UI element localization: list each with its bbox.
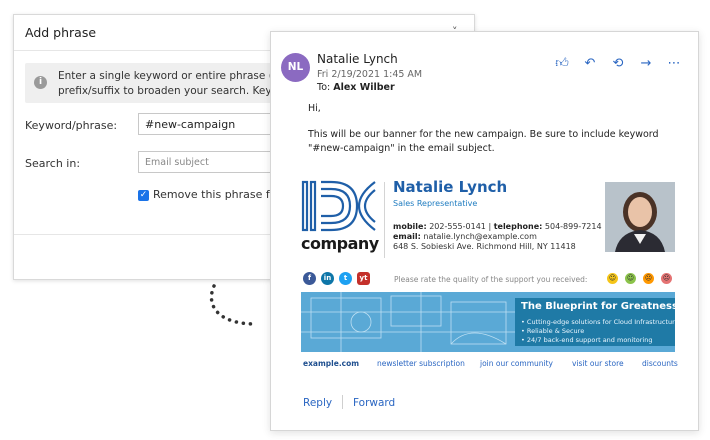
company-logo-word: company — [301, 234, 379, 253]
more-icon[interactable]: ⋯ — [666, 56, 682, 71]
link-example-com[interactable]: example.com — [303, 359, 359, 368]
email-message-card: NL Natalie Lynch Fri 2/19/2021 1:45 AM T… — [270, 31, 699, 431]
reply-button[interactable]: Reply — [303, 397, 332, 409]
forward-button[interactable]: Forward — [353, 397, 395, 409]
smiley-very-happy-icon[interactable]: ☺ — [607, 273, 618, 284]
like-icon[interactable]: 👍︎ — [554, 56, 570, 71]
mobile-label: mobile: — [393, 222, 427, 231]
dialog-title: Add phrase — [25, 25, 97, 40]
sender-name[interactable]: Natalie Lynch — [317, 52, 398, 66]
telephone-label: telephone: — [493, 222, 543, 231]
info-icon: i — [34, 76, 47, 89]
greeting: Hi, — [308, 103, 321, 114]
banner-bullet: • Reliable & Secure — [521, 327, 585, 335]
to-label: To: — [317, 82, 331, 93]
link-newsletter[interactable]: newsletter subscription — [377, 359, 465, 368]
link-community[interactable]: join our community — [480, 359, 553, 368]
person-photo-icon — [605, 182, 675, 252]
search-in-label: Search in: — [25, 157, 81, 170]
telephone-value: 504-899-7214 — [544, 222, 602, 231]
search-in-select[interactable]: Email subject — [138, 151, 288, 173]
banner-panel: The Blueprint for Greatness: • Cutting-e… — [515, 298, 675, 346]
message-date: Fri 2/19/2021 1:45 AM — [317, 69, 423, 80]
divider — [342, 395, 343, 409]
reply-all-icon[interactable]: ⟲ — [610, 56, 626, 71]
forward-icon[interactable]: → — [638, 56, 654, 71]
body-line-2: "#new-campaign" in the email subject. — [308, 143, 495, 154]
campaign-banner[interactable]: The Blueprint for Greatness: • Cutting-e… — [301, 292, 675, 352]
signature-title: Sales Representative — [393, 199, 478, 208]
banner-bullet: • 24/7 back-end support and monitoring — [521, 336, 653, 344]
profile-photo — [605, 182, 675, 252]
recipient-line: To: Alex Wilber — [317, 82, 395, 93]
body-line-1: This will be our banner for the new camp… — [308, 129, 659, 140]
remove-phrase-checkbox[interactable]: ✓ — [138, 190, 149, 201]
rate-support-text: Please rate the quality of the support y… — [394, 275, 588, 284]
signature-phones: mobile: 202-555-0141 | telephone: 504-89… — [393, 222, 602, 231]
keyword-input[interactable]: #new-campaign — [138, 113, 288, 135]
signature-name: Natalie Lynch — [393, 178, 508, 196]
facebook-icon[interactable]: f — [303, 272, 316, 285]
twitter-icon[interactable]: t — [339, 272, 352, 285]
reply-icon[interactable]: ↶ — [582, 56, 598, 71]
link-discounts[interactable]: discounts — [642, 359, 678, 368]
youtube-icon[interactable]: yt — [357, 272, 370, 285]
phone-separator: | — [488, 222, 492, 231]
blueprint-drawing-icon — [301, 292, 515, 352]
message-actions: 👍︎ ↶ ⟲ → ⋯ — [554, 56, 682, 71]
smiley-happy-icon[interactable]: ☺ — [625, 273, 636, 284]
banner-title: The Blueprint for Greatness: — [521, 301, 675, 312]
mobile-value: 202-555-0141 — [429, 222, 486, 231]
signature-address: 648 S. Sobieski Ave. Richmond Hill, NY 1… — [393, 242, 576, 251]
recipient-name[interactable]: Alex Wilber — [333, 82, 394, 93]
smiley-sad-icon[interactable]: ☹ — [661, 273, 672, 284]
avatar[interactable]: NL — [281, 53, 310, 82]
divider — [384, 182, 385, 258]
keyword-label: Keyword/phrase: — [25, 119, 118, 132]
smiley-neutral-icon[interactable]: ☹ — [643, 273, 654, 284]
banner-bullet: • Cutting-edge solutions for Cloud Infra… — [521, 318, 675, 326]
email-value[interactable]: natalie.lynch@example.com — [423, 232, 536, 241]
link-store[interactable]: visit our store — [572, 359, 624, 368]
linkedin-icon[interactable]: in — [321, 272, 334, 285]
email-label: email: — [393, 232, 421, 241]
signature-email: email: natalie.lynch@example.com — [393, 232, 537, 241]
